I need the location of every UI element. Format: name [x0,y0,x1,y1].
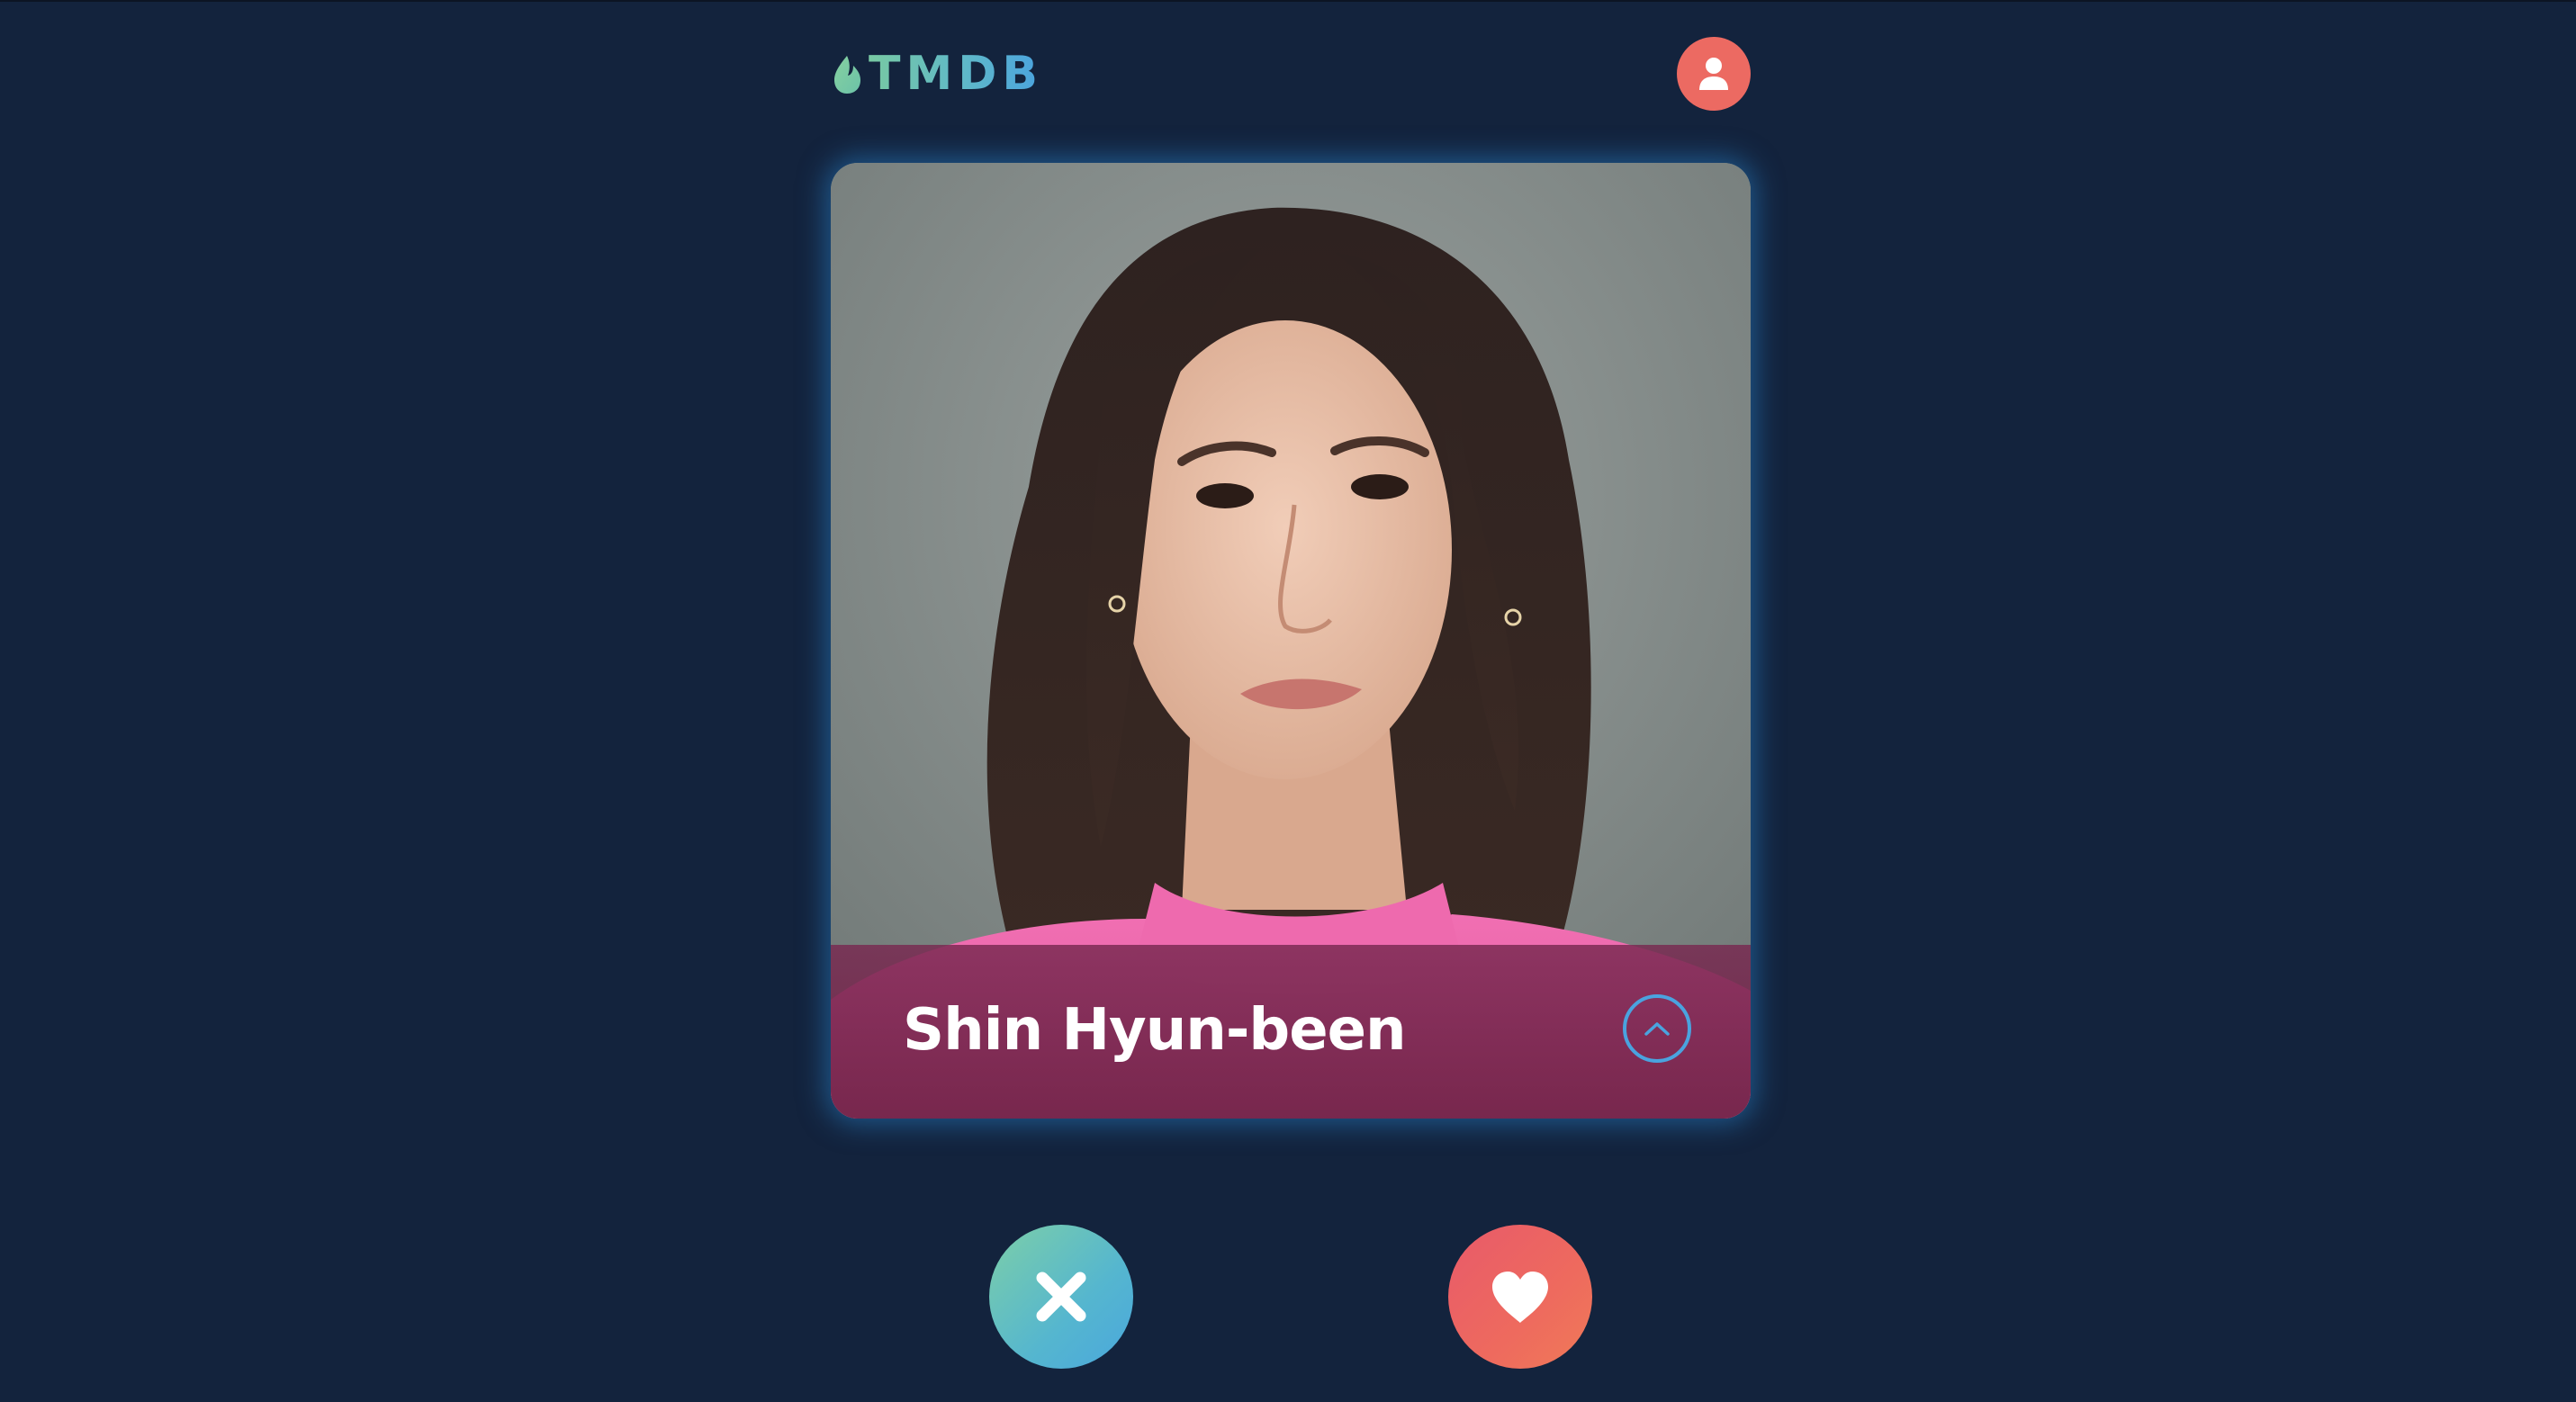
logo-text: TMDB [869,47,1044,101]
app-logo[interactable]: TMDB [831,45,1043,103]
window-top-border [0,0,2576,2]
profile-card[interactable]: Shin Hyun-been [831,163,1751,1119]
flame-icon [834,56,860,94]
card-info-bar: Shin Hyun-been [831,945,1751,1119]
expand-details-button[interactable] [1623,994,1691,1063]
like-button[interactable] [1448,1225,1592,1369]
chevron-up-icon [1644,1022,1670,1036]
app-header: TMDB [831,36,1751,112]
profile-button[interactable] [1677,37,1751,111]
heart-icon [1492,1272,1548,1323]
user-icon [1699,58,1728,90]
close-icon [1036,1272,1086,1322]
dislike-button[interactable] [989,1225,1133,1369]
profile-name: Shin Hyun-been [903,997,1407,1064]
